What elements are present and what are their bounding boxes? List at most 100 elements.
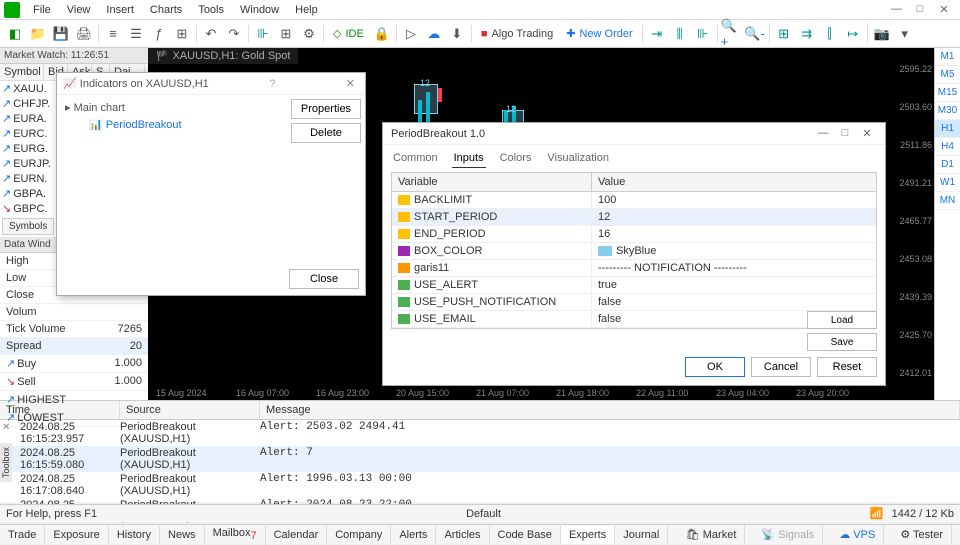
undo-icon[interactable]: ↶ — [200, 23, 222, 45]
step-icon[interactable]: ↦ — [842, 23, 864, 45]
zoom-in-icon[interactable]: 🔍+ — [721, 23, 743, 45]
timeframe-MN[interactable]: MN — [935, 192, 960, 210]
toolbox-tab-experts[interactable]: Experts — [561, 526, 615, 544]
tree-main-chart[interactable]: ▸ Main chart — [65, 99, 279, 116]
signals-link[interactable]: 📡 Signals — [753, 525, 823, 544]
toolbox-tab-mailbox[interactable]: Mailbox7 — [205, 524, 266, 545]
indicators-tree[interactable]: ▸ Main chart 📊 PeriodBreakout — [57, 95, 287, 275]
toolbox-tab-code-base[interactable]: Code Base — [490, 526, 561, 544]
cancel-button[interactable]: Cancel — [751, 357, 811, 377]
input-row[interactable]: END_PERIOD 16 — [392, 226, 876, 243]
dialog-maximize-icon[interactable]: □ — [835, 127, 855, 140]
tab-colors[interactable]: Colors — [498, 149, 534, 168]
log-row[interactable]: 2024.08.25 16:17:08.640PeriodBreakout (X… — [0, 472, 960, 498]
dialog-close-icon[interactable]: ✕ — [857, 127, 877, 140]
window-maximize-icon[interactable]: □ — [908, 1, 932, 18]
timeframe-M30[interactable]: M30 — [935, 102, 960, 120]
dialog-minimize-icon[interactable]: — — [813, 127, 833, 140]
tester-link[interactable]: ⚙ Tester — [892, 525, 952, 544]
close-log-icon[interactable]: ✕ — [2, 422, 10, 433]
timeframe-M1[interactable]: M1 — [935, 48, 960, 66]
bars-icon[interactable]: ⫼ — [669, 23, 691, 45]
reset-button[interactable]: Reset — [817, 357, 877, 377]
zoom-out-icon[interactable]: 🔍- — [744, 23, 766, 45]
input-row[interactable]: USE_ALERT true — [392, 277, 876, 294]
toolbox-tab-calendar[interactable]: Calendar — [266, 526, 328, 544]
list-icon[interactable]: ☰ — [125, 23, 147, 45]
menu-view[interactable]: View — [60, 2, 98, 18]
chart-shift-icon[interactable]: ⇥ — [646, 23, 668, 45]
window-close-icon[interactable]: ✕ — [932, 1, 956, 18]
layers-icon[interactable]: ≡ — [102, 23, 124, 45]
print-icon[interactable]: 🖨 — [73, 23, 95, 45]
menu-insert[interactable]: Insert — [99, 2, 141, 18]
input-row[interactable]: USE_PUSH_NOTIFICATION false — [392, 294, 876, 311]
fx-icon[interactable]: ƒ — [148, 23, 170, 45]
market-link[interactable]: 🛍 Market — [678, 525, 746, 544]
settings-icon[interactable]: ⚙ — [298, 23, 320, 45]
log-row[interactable]: 2024.08.25 16:15:23.957PeriodBreakout (X… — [0, 420, 960, 446]
toolbox-tab-exposure[interactable]: Exposure — [45, 526, 108, 544]
help-icon[interactable]: ? — [269, 78, 275, 90]
symbols-tab[interactable]: Symbols — [2, 218, 54, 235]
chart-tab[interactable]: 🏴 XAUUSD,H1: Gold Spot — [148, 48, 298, 64]
log-row[interactable]: 2024.08.25 16:15:59.080PeriodBreakout (X… — [0, 446, 960, 472]
input-row[interactable]: garis11 --------- NOTIFICATION --------- — [392, 260, 876, 277]
navigator-icon[interactable]: ⊞ — [171, 23, 193, 45]
candles-icon[interactable]: ⊪ — [252, 23, 274, 45]
dropdown-icon[interactable]: ▾ — [894, 23, 916, 45]
cloud-icon[interactable]: ☁ — [423, 23, 445, 45]
load-button[interactable]: Load — [807, 311, 877, 329]
timeframe-W1[interactable]: W1 — [935, 174, 960, 192]
save-button[interactable]: Save — [807, 333, 877, 351]
lock-icon[interactable]: 🔒 — [371, 23, 393, 45]
ohlc-icon[interactable]: ⊪ — [692, 23, 714, 45]
input-row[interactable]: BOX_COLOR SkyBlue — [392, 243, 876, 260]
new-order-button[interactable]: ✚ New Order — [560, 27, 638, 40]
input-row[interactable]: BACKLIMIT 100 — [392, 192, 876, 209]
play-icon[interactable]: ▷ — [400, 23, 422, 45]
autoscroll-icon[interactable]: ⇉ — [796, 23, 818, 45]
close-icon[interactable]: ✕ — [342, 77, 359, 90]
camera-icon[interactable]: 📷 — [871, 23, 893, 45]
new-chart-icon[interactable]: ◧ — [4, 23, 26, 45]
ide-button[interactable]: ◇ IDE — [327, 27, 370, 40]
folder-icon[interactable]: 📁 — [27, 23, 49, 45]
algo-trading-button[interactable]: ■ Algo Trading — [475, 28, 559, 40]
properties-button[interactable]: Properties — [291, 99, 361, 119]
download-icon[interactable]: ⬇ — [446, 23, 468, 45]
close-button[interactable]: Close — [289, 269, 359, 289]
grid-icon[interactable]: ⊞ — [275, 23, 297, 45]
toolbox-tab-trade[interactable]: Trade — [0, 526, 45, 544]
toolbox-tab-news[interactable]: News — [160, 526, 205, 544]
menu-help[interactable]: Help — [288, 2, 325, 18]
input-row[interactable]: USE_EMAIL false — [392, 311, 876, 328]
tab-common[interactable]: Common — [391, 149, 440, 168]
menu-file[interactable]: File — [26, 2, 58, 18]
delete-button[interactable]: Delete — [291, 123, 361, 143]
window-minimize-icon[interactable]: — — [884, 1, 908, 18]
timeframe-M5[interactable]: M5 — [935, 66, 960, 84]
menu-charts[interactable]: Charts — [143, 2, 189, 18]
tree-indicator-item[interactable]: 📊 PeriodBreakout — [65, 116, 279, 133]
ok-button[interactable]: OK — [685, 357, 745, 377]
tile-icon[interactable]: ⊞ — [773, 23, 795, 45]
timeframe-H1[interactable]: H1 — [935, 120, 960, 138]
timeframe-M15[interactable]: M15 — [935, 84, 960, 102]
shift-end-icon[interactable]: ⫿ — [819, 23, 841, 45]
toolbox-tab-history[interactable]: History — [109, 526, 160, 544]
redo-icon[interactable]: ↷ — [223, 23, 245, 45]
menu-window[interactable]: Window — [233, 2, 286, 18]
timeframe-D1[interactable]: D1 — [935, 156, 960, 174]
tab-inputs[interactable]: Inputs — [452, 149, 486, 168]
toolbox-tab-alerts[interactable]: Alerts — [391, 526, 436, 544]
vps-link[interactable]: ☁ VPS — [831, 525, 884, 544]
toolbox-tab-articles[interactable]: Articles — [436, 526, 489, 544]
menu-tools[interactable]: Tools — [191, 2, 231, 18]
save-icon[interactable]: 💾 — [50, 23, 72, 45]
input-row[interactable]: START_PERIOD 12 — [392, 209, 876, 226]
timeframe-H4[interactable]: H4 — [935, 138, 960, 156]
tab-visualization[interactable]: Visualization — [545, 149, 611, 168]
toolbox-tab-company[interactable]: Company — [327, 526, 391, 544]
toolbox-tab-journal[interactable]: Journal — [615, 526, 668, 544]
